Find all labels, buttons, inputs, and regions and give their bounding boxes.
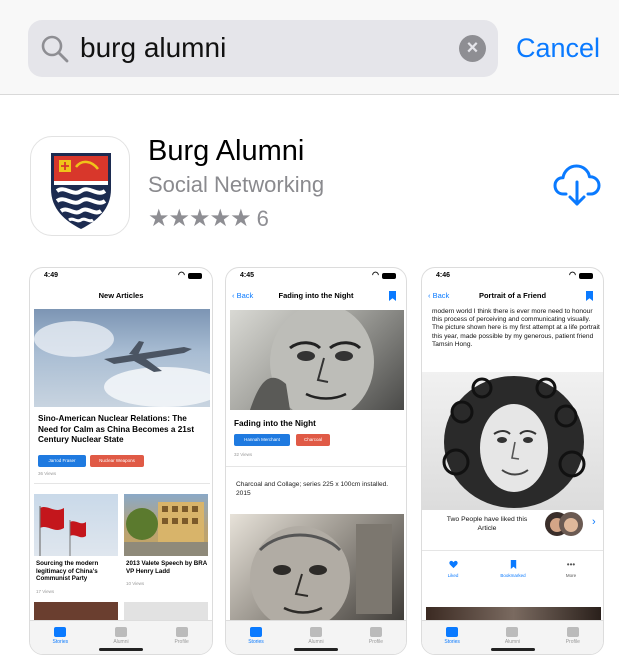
battery-icon bbox=[188, 273, 202, 279]
wifi-icon: ◠ bbox=[569, 270, 576, 279]
tag-chip[interactable]: Hannah Merchant bbox=[234, 434, 290, 446]
artwork-description: Charcoal and Collage; series 225 x 100cm… bbox=[236, 481, 389, 497]
nav-bar: ‹ Back Portrait of a Friend bbox=[422, 286, 603, 306]
tab-stories[interactable]: Stories bbox=[40, 627, 80, 654]
wifi-icon: ◠ bbox=[178, 270, 185, 279]
status-time: 4:49 bbox=[44, 272, 59, 279]
screenshot-2[interactable]: 4:45 ◠ ‹ Back Fading into the Night Fadi… bbox=[225, 267, 407, 655]
rating-count: 6 bbox=[256, 206, 269, 231]
bookmark-icon[interactable] bbox=[389, 291, 396, 301]
bookmark-icon[interactable] bbox=[586, 291, 593, 301]
bookmark-icon bbox=[510, 560, 516, 569]
old-man-portrait-image bbox=[230, 514, 404, 622]
back-button[interactable]: ‹ Back bbox=[232, 286, 253, 306]
burg-crest-icon bbox=[51, 153, 111, 229]
battery-icon bbox=[579, 273, 593, 279]
star-icon: ★ bbox=[148, 205, 169, 232]
wifi-icon: ◠ bbox=[372, 270, 379, 279]
tab-stories[interactable]: Stories bbox=[236, 627, 276, 654]
search-query-text[interactable]: burg alumni bbox=[80, 30, 226, 66]
alumni-icon bbox=[114, 627, 127, 637]
chevron-right-icon[interactable]: › bbox=[592, 516, 596, 528]
charcoal-portrait-image bbox=[230, 310, 404, 410]
view-count: 36 Views bbox=[38, 471, 57, 476]
tab-profile[interactable]: Profile bbox=[356, 627, 396, 654]
article-caption: 2013 Valete Speech by BRA VP Henry Ladd bbox=[126, 560, 207, 575]
app-name[interactable]: Burg Alumni bbox=[148, 133, 304, 169]
cancel-button[interactable]: Cancel bbox=[516, 30, 600, 66]
divider bbox=[34, 483, 210, 484]
fighter-jet-image bbox=[34, 309, 210, 407]
app-category: Social Networking bbox=[148, 172, 325, 197]
view-count: 17 Views bbox=[36, 589, 55, 594]
back-button[interactable]: ‹ Back bbox=[428, 286, 449, 306]
article-actions: Liked Bookmarked ••• More bbox=[422, 560, 603, 600]
nav-title: Portrait of a Friend bbox=[478, 291, 547, 300]
ellipsis-icon: ••• bbox=[566, 560, 576, 569]
building-image bbox=[124, 494, 208, 556]
screenshot-3[interactable]: 4:46 ◠ ‹ Back Portrait of a Friend moder… bbox=[421, 267, 604, 655]
likes-summary: Two People have liked this Article bbox=[446, 516, 528, 532]
nav-bar: ‹ Back Fading into the Night bbox=[226, 286, 406, 306]
screenshot-1[interactable]: 4:49 ◠ New Articles Sino-American Nuclea… bbox=[29, 267, 213, 655]
status-bar: 4:46 ◠ bbox=[422, 268, 603, 284]
home-indicator bbox=[294, 648, 338, 651]
star-icon: ★ bbox=[189, 205, 210, 232]
view-count: 10 Views bbox=[126, 581, 145, 586]
article-title: Fading into the Night bbox=[234, 419, 316, 428]
stories-icon bbox=[250, 627, 262, 637]
profile-icon bbox=[370, 627, 382, 637]
status-time: 4:46 bbox=[436, 272, 451, 279]
article-body: modern world I think there is ever more … bbox=[432, 308, 600, 348]
alumni-icon bbox=[506, 627, 519, 637]
cloud-download-icon[interactable] bbox=[552, 160, 602, 210]
article-caption: Sourcing the modern legitimacy of China'… bbox=[36, 560, 99, 582]
more-button[interactable]: ••• More bbox=[546, 560, 596, 579]
nav-title: Fading into the Night bbox=[278, 291, 354, 300]
divider bbox=[422, 550, 603, 551]
liker-avatars[interactable] bbox=[544, 511, 584, 537]
app-icon[interactable] bbox=[30, 136, 130, 236]
status-bar: 4:45 ◠ bbox=[226, 268, 406, 284]
search-icon bbox=[41, 35, 69, 63]
nav-bar: New Articles bbox=[30, 286, 212, 306]
clear-icon[interactable]: × bbox=[459, 35, 486, 62]
tab-stories[interactable]: Stories bbox=[432, 627, 472, 654]
search-input[interactable]: burg alumni × bbox=[28, 20, 498, 77]
view-count: 32 Views bbox=[234, 452, 253, 457]
profile-icon bbox=[175, 627, 188, 637]
status-bar: 4:49 ◠ bbox=[30, 268, 212, 284]
article-headline: Sino-American Nuclear Relations: The Nee… bbox=[38, 414, 195, 444]
heart-icon bbox=[448, 560, 458, 569]
flags-image bbox=[34, 494, 118, 556]
home-indicator bbox=[99, 648, 143, 651]
home-indicator bbox=[490, 648, 535, 651]
stories-icon bbox=[446, 627, 459, 637]
liked-button[interactable]: Liked bbox=[428, 560, 478, 579]
profile-icon bbox=[566, 627, 579, 637]
bookmarked-button[interactable]: Bookmarked bbox=[488, 560, 538, 579]
curly-hair-portrait-image bbox=[422, 372, 603, 510]
nav-title: New Articles bbox=[98, 291, 144, 300]
alumni-icon bbox=[310, 627, 322, 637]
search-header: burg alumni × Cancel bbox=[0, 0, 619, 95]
tab-profile[interactable]: Profile bbox=[162, 627, 202, 654]
star-icon: ★ bbox=[168, 205, 190, 232]
app-store-search-page: burg alumni × Cancel Burg Alumni Social … bbox=[0, 0, 619, 655]
tag-chip[interactable]: Jarrod Fraser bbox=[38, 455, 86, 467]
star-icon: ★ bbox=[230, 205, 251, 232]
status-time: 4:45 bbox=[240, 272, 255, 279]
stories-icon bbox=[54, 627, 67, 637]
star-icon: ★ bbox=[209, 205, 231, 232]
tag-chip[interactable]: Nuclear Weapons bbox=[90, 455, 144, 467]
battery-icon bbox=[382, 273, 396, 279]
tab-profile[interactable]: Profile bbox=[553, 627, 593, 654]
rating: ★ ★ ★ ★ ★ 6 bbox=[148, 204, 269, 234]
divider bbox=[226, 466, 406, 467]
tag-chip[interactable]: Charcoal bbox=[296, 434, 330, 446]
